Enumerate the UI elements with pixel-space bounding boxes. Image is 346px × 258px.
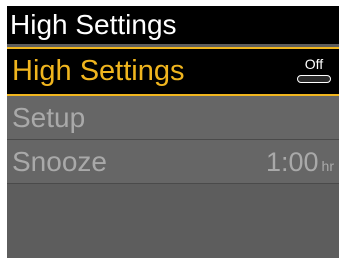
menu-item-label: High Settings <box>12 55 185 87</box>
screen: High Settings High Settings Off Setup Sn… <box>0 0 346 258</box>
snooze-duration: 1:00 <box>265 147 319 177</box>
menu-item-high-settings[interactable]: High Settings Off <box>7 47 339 96</box>
snooze-unit: hr <box>321 158 334 174</box>
device-display: High Settings High Settings Off Setup Sn… <box>7 6 339 258</box>
page-title: High Settings <box>7 6 339 44</box>
toggle-track <box>297 75 331 83</box>
toggle-state-label: Off <box>304 56 324 72</box>
menu-item-label: Snooze <box>12 146 107 177</box>
snooze-value: 1:00 hr <box>266 140 334 189</box>
menu-item-snooze[interactable]: Snooze 1:00 hr <box>7 140 339 184</box>
high-settings-toggle[interactable]: Off <box>297 56 331 84</box>
menu-item-setup[interactable]: Setup <box>7 96 339 140</box>
menu-item-label: Setup <box>12 102 86 133</box>
